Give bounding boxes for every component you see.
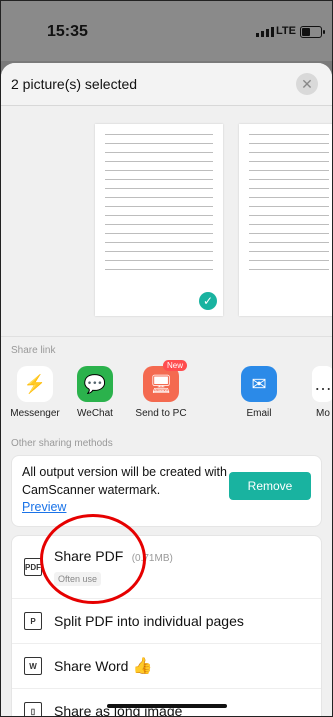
picture-preview-2[interactable] — [239, 124, 332, 316]
long-image-icon: ▯ — [24, 702, 42, 716]
new-badge: New — [162, 360, 187, 371]
other-methods-label: Other sharing methods — [11, 438, 113, 449]
status-time: 15:35 — [47, 23, 88, 40]
battery-icon — [300, 26, 325, 38]
share-messenger[interactable]: ⚡ Messenger — [5, 366, 65, 419]
remove-watermark-button[interactable]: Remove — [229, 472, 311, 500]
watermark-notice: All output version will be created with … — [11, 455, 322, 527]
share-wechat[interactable]: 💬 WeChat — [65, 366, 125, 419]
share-long-image-option[interactable]: ▯ Share as long image — [12, 689, 321, 716]
share-sheet: 2 picture(s) selected ✕ ✓ Share link ⚡ M… — [1, 63, 332, 716]
share-link-label: Share link — [11, 345, 56, 356]
word-icon: W — [24, 657, 42, 675]
split-pdf-label: Split PDF into individual pages — [54, 613, 244, 629]
network-label: LTE — [276, 25, 296, 37]
preview-link[interactable]: Preview — [22, 499, 311, 517]
share-pdf-option[interactable]: PDF Share PDF (0.71MB) Often use — [12, 536, 321, 599]
sheet-header: 2 picture(s) selected ✕ — [1, 63, 332, 106]
email-icon: ✉ — [241, 366, 277, 402]
share-send-to-pc[interactable]: 🖥 New Send to PC — [131, 360, 191, 419]
watermark-text: All output version will be created with … — [22, 465, 227, 497]
home-indicator — [106, 704, 227, 708]
phone-frame: 15:35 LTE 2 picture(s) selected ✕ ✓ Shar… — [0, 0, 333, 717]
share-more[interactable]: … Mo — [303, 366, 332, 419]
wechat-icon: 💬 — [77, 366, 113, 402]
share-link-row: ⚡ Messenger 💬 WeChat 🖥 New Send to PC ✉ … — [1, 356, 332, 438]
share-pdf-size: (0.71MB) — [131, 552, 173, 564]
share-word-label: Share Word — [54, 658, 129, 674]
pdf-icon: PDF — [24, 558, 42, 576]
split-pdf-option[interactable]: P Split PDF into individual pages — [12, 599, 321, 644]
signal-strength-icon — [256, 27, 274, 37]
status-bar: 15:35 LTE — [1, 1, 332, 61]
thumbs-up-icon: 👍 — [132, 658, 153, 675]
more-icon: … — [312, 366, 332, 402]
share-pdf-label: Share PDF — [54, 547, 124, 564]
sharing-options: PDF Share PDF (0.71MB) Often use P Split… — [11, 535, 322, 716]
selected-check-icon: ✓ — [199, 292, 217, 310]
picture-preview-1[interactable]: ✓ — [95, 124, 223, 316]
often-use-tag: Often use — [54, 571, 102, 586]
picture-previews: ✓ — [1, 106, 332, 337]
share-word-option[interactable]: W Share Word 👍 — [12, 644, 321, 689]
sheet-title: 2 picture(s) selected — [11, 76, 138, 92]
split-pdf-icon: P — [24, 612, 42, 630]
share-email[interactable]: ✉ Email — [229, 366, 289, 419]
messenger-icon: ⚡ — [17, 366, 53, 402]
close-icon[interactable]: ✕ — [296, 73, 318, 95]
monitor-icon: 🖥 New — [143, 360, 187, 402]
